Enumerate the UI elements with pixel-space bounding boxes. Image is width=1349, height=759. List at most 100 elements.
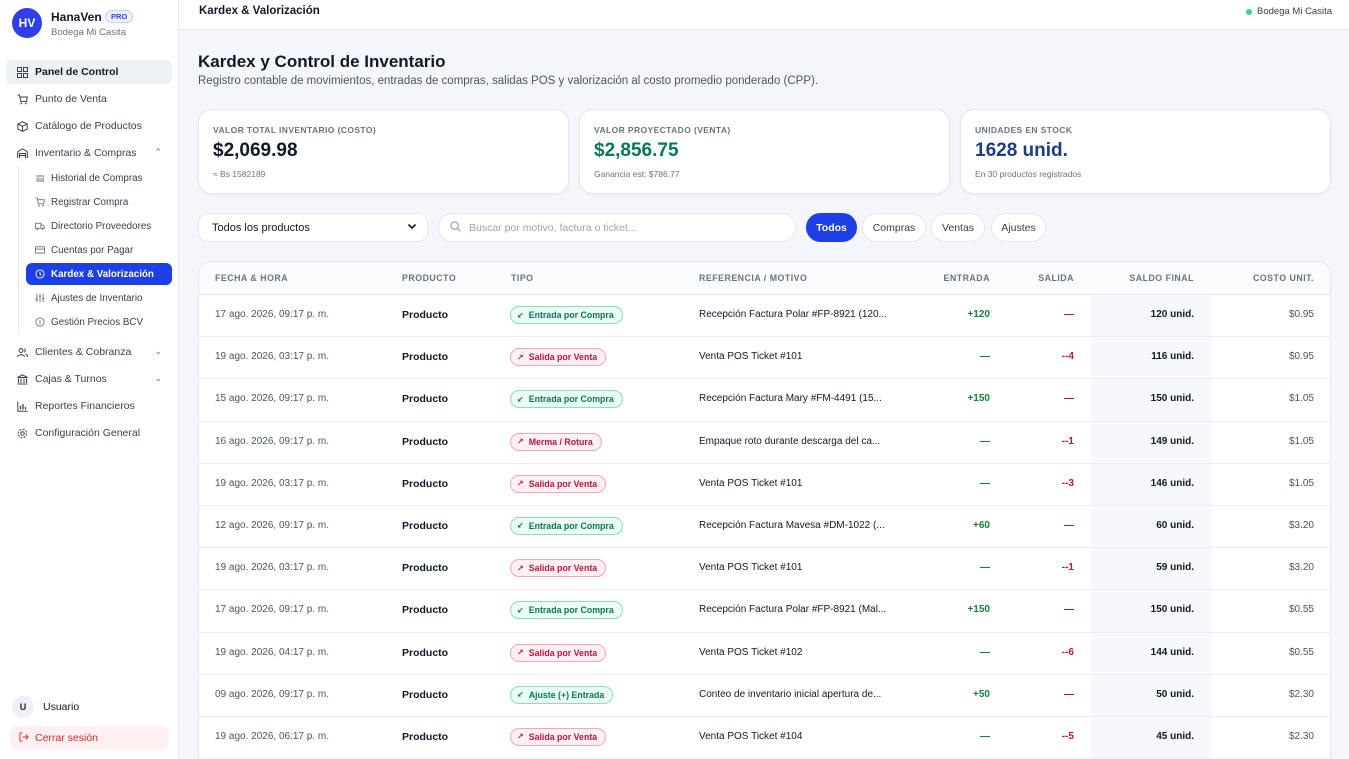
cell-entrada: — — [980, 562, 990, 574]
subitem-label: Historial de Compras — [51, 172, 143, 184]
table-row[interactable]: 16 ago. 2026, 09:17 p. m. Producto ↗ Merma … — [199, 421, 1330, 464]
table-row[interactable]: 19 ago. 2026, 03:17 p. m. Producto ↗ Salida… — [199, 548, 1330, 591]
sidebar-item-reportes[interactable]: Reportes Financieros — [6, 394, 172, 418]
cell-saldo: 120 unid. — [1150, 309, 1194, 320]
type-label: Entrada por Compra — [528, 605, 614, 616]
cell-entrada: +60 — [973, 519, 990, 531]
sidebar-item-panel-de-control[interactable]: Panel de Control — [6, 60, 172, 84]
user-profile[interactable]: U Usuario — [12, 696, 172, 718]
cell-costo: $3.20 — [1288, 562, 1314, 574]
cell-reference: Recepción Factura Polar #FP-8921 (120... — [699, 309, 887, 320]
sidebar: HV HanaVen PRO Bodega Mi Casita Panel de… — [0, 0, 179, 759]
filter-pill-todos[interactable]: Todos — [806, 213, 857, 242]
cell-salida: — — [1064, 519, 1074, 531]
search-placeholder: Buscar por motivo, factura o ticket... — [469, 221, 637, 234]
cell-product: Producto — [402, 309, 449, 321]
type-badge: ↙ Entrada por Compra — [510, 390, 623, 409]
subitem-precios-bcv[interactable]: Gestión Precios BCV — [26, 311, 172, 333]
sidebar-item-label: Cajas & Turnos — [35, 373, 107, 385]
sidebar-item-label: Catálogo de Productos — [35, 120, 142, 132]
cell-saldo: 146 unid. — [1150, 477, 1194, 489]
stat-card-valor-proyectado: VALOR PROYECTADO (VENTA) $2,856.75 Ganan… — [579, 109, 950, 194]
cell-entrada: +50 — [973, 688, 990, 700]
cell-saldo: 50 unid. — [1156, 688, 1194, 700]
table-row[interactable]: 15 ago. 2026, 09:17 p. m. Producto ↙ Entrad… — [199, 379, 1330, 422]
store-indicator: Bodega Mi Casita — [1246, 6, 1332, 17]
product-filter-select[interactable]: Todos los productos — [198, 213, 428, 242]
cell-costo: $0.55 — [1288, 646, 1314, 658]
table-row[interactable]: 19 ago. 2026, 03:17 p. m. Producto ↗ Salida… — [199, 463, 1330, 506]
cell-saldo: 150 unid. — [1150, 393, 1194, 405]
user-name: Usuario — [43, 701, 80, 713]
sidebar-item-label: Punto de Venta — [35, 93, 107, 105]
sidebar-item-inventario[interactable]: Inventario & Compras ⌃ — [6, 141, 172, 165]
table-row[interactable]: 17 ago. 2026, 09:17 p. m. Producto ↙ Entrad… — [199, 295, 1330, 338]
cell-date: 15 ago. 2026, 09:17 p. m. — [215, 393, 329, 405]
breadcrumb: Kardex & Valorización — [199, 5, 320, 17]
column-header: PRODUCTO — [402, 273, 457, 283]
table-row[interactable]: 17 ago. 2026, 09:17 p. m. Producto ↙ Entrad… — [199, 590, 1330, 633]
cell-salida: — — [1064, 393, 1074, 405]
sidebar-item-clientes[interactable]: Clientes & Cobranza ⌄ — [6, 340, 172, 364]
cell-reference: Venta POS Ticket #102 — [699, 646, 803, 658]
type-label: Ajuste (+) Entrada — [528, 689, 605, 700]
type-badge: ↗ Salida por Venta — [510, 474, 607, 493]
subitem-historial-compras[interactable]: ▤ Historial de Compras — [26, 167, 172, 189]
cell-salida: --5 — [1061, 730, 1074, 742]
subitem-proveedores[interactable]: Directorio Proveedores — [26, 215, 172, 237]
submenu-divider — [18, 166, 19, 334]
table-row[interactable]: 19 ago. 2026, 04:17 p. m. Producto ↗ Salida… — [199, 632, 1330, 675]
bar-chart-icon — [16, 400, 28, 412]
cell-costo: $0.95 — [1288, 351, 1314, 363]
logout-button[interactable]: Cerrar sesión — [10, 726, 169, 750]
brand-logo: HV — [12, 8, 42, 38]
filter-pill-compras[interactable]: Compras — [862, 213, 926, 242]
table-row[interactable]: 09 ago. 2026, 09:17 p. m. Producto ↙ Ajuste… — [199, 674, 1330, 717]
stat-note: Ganancia est: $786.77 — [594, 169, 680, 179]
subitem-registrar-compra[interactable]: Registrar Compra — [26, 191, 172, 213]
arrow-down-left-icon: ↙ — [517, 690, 524, 700]
search-icon — [450, 220, 461, 235]
subitem-ajustes-inventario[interactable]: Ajustes de Inventario — [26, 287, 172, 309]
type-badge: ↗ Salida por Venta — [510, 727, 607, 746]
filter-pill-ajustes[interactable]: Ajustes — [991, 213, 1046, 242]
truck-icon — [35, 221, 45, 231]
stat-label: UNIDADES EN STOCK — [975, 125, 1073, 135]
sliders-icon — [35, 293, 45, 303]
page-description: Registro contable de movimientos, entrad… — [198, 75, 819, 87]
pro-badge: PRO — [105, 10, 134, 23]
type-label: Entrada por Compra — [528, 394, 614, 405]
filter-pill-ventas[interactable]: Ventas — [931, 213, 985, 242]
cell-entrada: — — [980, 646, 990, 658]
type-label: Entrada por Compra — [528, 310, 614, 320]
table-row[interactable]: 12 ago. 2026, 09:17 p. m. Producto ↙ Entrad… — [199, 505, 1330, 549]
subitem-cuentas-por-pagar[interactable]: Cuentas por Pagar — [26, 239, 172, 261]
sidebar-item-cajas[interactable]: Cajas & Turnos ⌄ — [6, 367, 172, 391]
subitem-kardex[interactable]: Kardex & Valorización — [26, 263, 172, 285]
cell-product: Producto — [402, 562, 449, 575]
users-icon — [16, 346, 28, 358]
cell-product: Producto — [402, 688, 449, 701]
sidebar-item-label: Panel de Control — [35, 66, 119, 78]
status-dot — [1246, 8, 1253, 15]
page-title: Kardex y Control de Inventario — [198, 52, 446, 71]
cell-saldo: 116 unid. — [1151, 351, 1194, 363]
table-row[interactable]: 19 ago. 2026, 06:17 p. m. Producto ↗ Salida… — [199, 716, 1330, 759]
arrow-down-left-icon: ↙ — [517, 310, 524, 320]
search-input[interactable]: Buscar por motivo, factura o ticket... — [438, 213, 796, 242]
cell-reference: Venta POS Ticket #101 — [699, 477, 803, 489]
type-badge: ↙ Ajuste (+) Entrada — [510, 685, 614, 704]
cell-date: 19 ago. 2026, 03:17 p. m. — [215, 477, 329, 489]
arrow-up-right-icon: ↗ — [517, 479, 524, 489]
cell-costo: $1.05 — [1288, 477, 1314, 489]
type-label: Entrada por Compra — [528, 520, 614, 531]
cell-reference: Recepción Factura Mavesa #DM-1022 (... — [699, 519, 885, 531]
sidebar-item-catalogo[interactable]: Catálogo de Productos — [6, 114, 172, 138]
cell-salida: --4 — [1061, 351, 1074, 363]
sidebar-item-configuracion[interactable]: Configuración General — [6, 421, 172, 445]
sidebar-item-punto-de-venta[interactable]: Punto de Venta — [6, 87, 172, 111]
table-row[interactable]: 19 ago. 2026, 03:17 p. m. Producto ↗ Salida… — [199, 337, 1330, 380]
column-header: COSTO UNIT. — [1252, 273, 1314, 283]
type-label: Salida por Venta — [528, 647, 598, 658]
cell-entrada: — — [980, 730, 990, 742]
